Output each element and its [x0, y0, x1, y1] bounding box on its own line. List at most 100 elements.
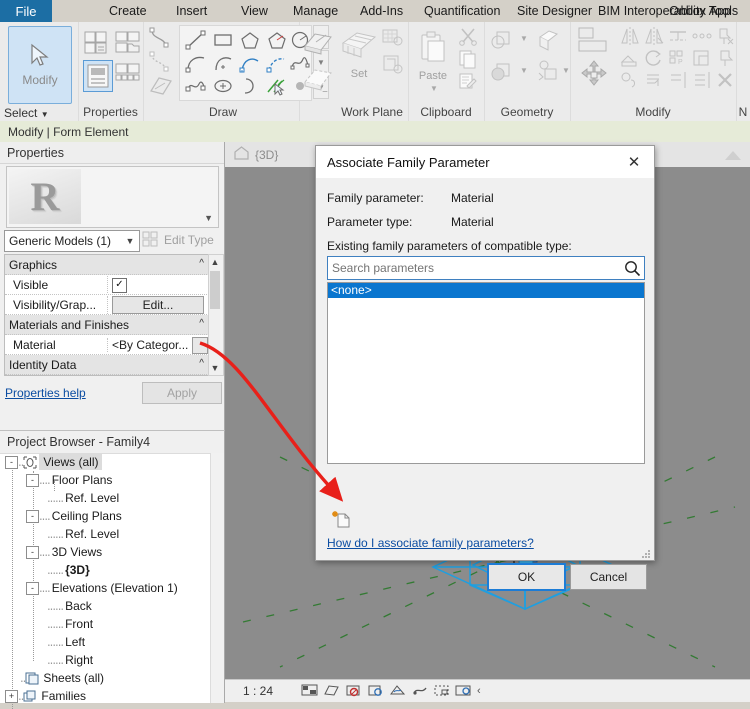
status-overflow-icon[interactable]: ‹	[477, 685, 481, 697]
properties-scrollbar[interactable]: ▲ ▼	[208, 254, 224, 376]
help-link[interactable]: How do I associate family parameters?	[327, 536, 534, 550]
properties-palette-icon[interactable]	[83, 28, 111, 58]
visibility-edit-button[interactable]: Edit...	[112, 295, 204, 314]
draw-start-end-radius-arc-icon[interactable]	[182, 51, 209, 74]
tree-node-3d-view-active[interactable]: ․․․․․․ {3D}	[0, 561, 210, 579]
draw-pick-lines-tool-icon[interactable]	[263, 74, 290, 97]
tree-node-views-all[interactable]: - ․․ Views (all)	[0, 453, 210, 471]
modify-button[interactable]: Modify	[8, 26, 72, 104]
dialog-title-bar[interactable]: Associate Family Parameter ✕	[316, 146, 654, 178]
join-dropdown-caret-icon[interactable]: ▼	[520, 34, 528, 43]
draw-fillet-arc-icon[interactable]	[263, 51, 290, 74]
draw-rectangle-icon[interactable]	[209, 28, 236, 51]
mirror-draw-axis-icon[interactable]	[642, 25, 666, 47]
associate-parameter-button[interactable]	[192, 337, 208, 354]
work-plane-grid-icon[interactable]	[340, 26, 378, 66]
join-geometry-icon[interactable]	[488, 28, 518, 54]
scale-icon[interactable]	[690, 47, 714, 69]
rotate-copy-icon[interactable]	[618, 69, 642, 91]
category-combobox[interactable]: Generic Models (1) ▼	[4, 230, 140, 252]
search-icon[interactable]	[620, 260, 644, 277]
paint-dropdown-caret-icon[interactable]: ▼	[562, 66, 570, 75]
split-element-icon[interactable]	[690, 69, 714, 91]
menu-item-site-designer[interactable]: Site Designer	[511, 0, 598, 22]
property-row-visible[interactable]: Visible ✓	[5, 275, 209, 295]
type-properties-icon[interactable]	[83, 60, 113, 92]
draw-line-icon[interactable]	[182, 28, 209, 51]
draw-ellipse-icon[interactable]	[209, 74, 236, 97]
scrollbar-thumb[interactable]	[210, 271, 220, 309]
rotate-icon[interactable]	[642, 47, 666, 69]
context-ribbon-tab[interactable]: Modify | Form Element	[0, 121, 750, 143]
tree-node-3d-views[interactable]: - ․․․․ 3D Views	[0, 543, 210, 561]
copy-modify-icon[interactable]	[618, 47, 642, 69]
tree-node-ceiling-plans[interactable]: - ․․․․ Ceiling Plans	[0, 507, 210, 525]
draw-pick-lines-icon[interactable]	[148, 50, 174, 74]
align-icon[interactable]	[576, 25, 612, 55]
menu-item-manage[interactable]: Manage	[287, 0, 344, 22]
search-parameters-field[interactable]	[327, 256, 645, 280]
scroll-up-icon[interactable]: ▲	[209, 255, 221, 269]
expander-icon[interactable]: -	[26, 509, 39, 523]
view-tab-scroll-icon[interactable]	[716, 142, 750, 167]
hide-isolate-icon[interactable]	[455, 683, 472, 700]
tree-node-elevations[interactable]: - ․․․․ Elevations (Elevation 1)	[0, 579, 210, 597]
project-browser-icon[interactable]	[114, 28, 142, 58]
project-browser-scrollbar[interactable]	[210, 453, 224, 703]
match-type-icon[interactable]	[456, 71, 480, 93]
property-row-material[interactable]: Material <By Categor...	[5, 335, 209, 355]
expander-icon[interactable]: -	[26, 473, 39, 487]
view-scale-label[interactable]: 1 : 24	[225, 684, 273, 698]
visible-checkbox[interactable]: ✓	[112, 277, 127, 293]
mirror-pick-axis-icon[interactable]	[618, 25, 642, 47]
property-group-graphics[interactable]: Graphics ^	[5, 255, 209, 275]
view-tab-3d[interactable]: {3D}	[225, 142, 286, 167]
paste-icon[interactable]	[414, 26, 452, 70]
visual-style-icon[interactable]	[323, 683, 340, 700]
type-selector[interactable]: R ▼	[6, 166, 219, 228]
tree-node-ref-level-ceiling[interactable]: ․․․․․․ Ref. Level	[0, 525, 210, 543]
delete-pin-icon[interactable]	[714, 25, 736, 47]
close-icon[interactable]: ✕	[614, 146, 654, 178]
crop-region-icon[interactable]	[433, 683, 450, 700]
resize-grip[interactable]	[641, 548, 651, 558]
tile-views-icon[interactable]	[114, 60, 142, 90]
property-value[interactable]: Edit...	[107, 295, 209, 314]
sun-path-icon[interactable]	[345, 683, 362, 700]
draw-spline-thru-points-icon[interactable]	[148, 26, 174, 50]
trim-extend-single-icon[interactable]	[666, 69, 690, 91]
delete-icon[interactable]	[714, 69, 736, 91]
expander-icon[interactable]: -	[26, 581, 39, 595]
tree-node-elevation-front[interactable]: ․․․․․․ Front	[0, 615, 210, 633]
menu-item-insert[interactable]: Insert	[170, 0, 213, 22]
parameters-listbox[interactable]: <none>	[327, 282, 645, 464]
new-parameter-icon[interactable]	[331, 510, 351, 528]
work-plane-viewer-icon[interactable]	[380, 52, 404, 76]
show-work-plane-icon[interactable]	[380, 26, 404, 50]
paste-dropdown-caret-icon[interactable]: ▼	[430, 84, 438, 93]
select-dropdown[interactable]: Select ▼	[4, 106, 49, 120]
trim-extend-multiple-icon[interactable]	[642, 69, 666, 91]
paint-icon[interactable]	[534, 58, 562, 84]
draw-tangent-end-arc-icon[interactable]	[236, 51, 263, 74]
cut-dropdown-caret-icon[interactable]: ▼	[520, 66, 528, 75]
move-icon[interactable]	[576, 58, 612, 92]
detail-level-icon[interactable]	[301, 683, 318, 700]
tree-node-families[interactable]: + ․․ Families	[0, 687, 210, 705]
chevron-down-icon[interactable]: ▼	[121, 236, 139, 246]
search-input[interactable]	[328, 258, 620, 278]
draw-circumscribed-polygon-icon[interactable]	[263, 28, 290, 51]
menu-item-quantification[interactable]: Quantification	[418, 0, 506, 22]
menu-item-view[interactable]: View	[235, 0, 274, 22]
array-grid-icon[interactable]: P	[666, 47, 690, 69]
property-value[interactable]: ✓	[107, 276, 209, 293]
ok-button[interactable]: OK	[487, 563, 566, 591]
split-face-icon[interactable]	[534, 28, 562, 54]
draw-partial-ellipse-icon[interactable]	[236, 74, 263, 97]
property-group-identity-data[interactable]: Identity Data ^	[5, 355, 209, 375]
menu-item-addins[interactable]: Add-Ins	[354, 0, 409, 22]
property-row-visibility-graphics[interactable]: Visibility/Grap... Edit...	[5, 295, 209, 315]
offset-icon[interactable]	[666, 25, 690, 47]
draw-spline-thru-pts-icon[interactable]	[182, 74, 209, 97]
collapse-chevron-icon[interactable]: ^	[199, 358, 204, 369]
